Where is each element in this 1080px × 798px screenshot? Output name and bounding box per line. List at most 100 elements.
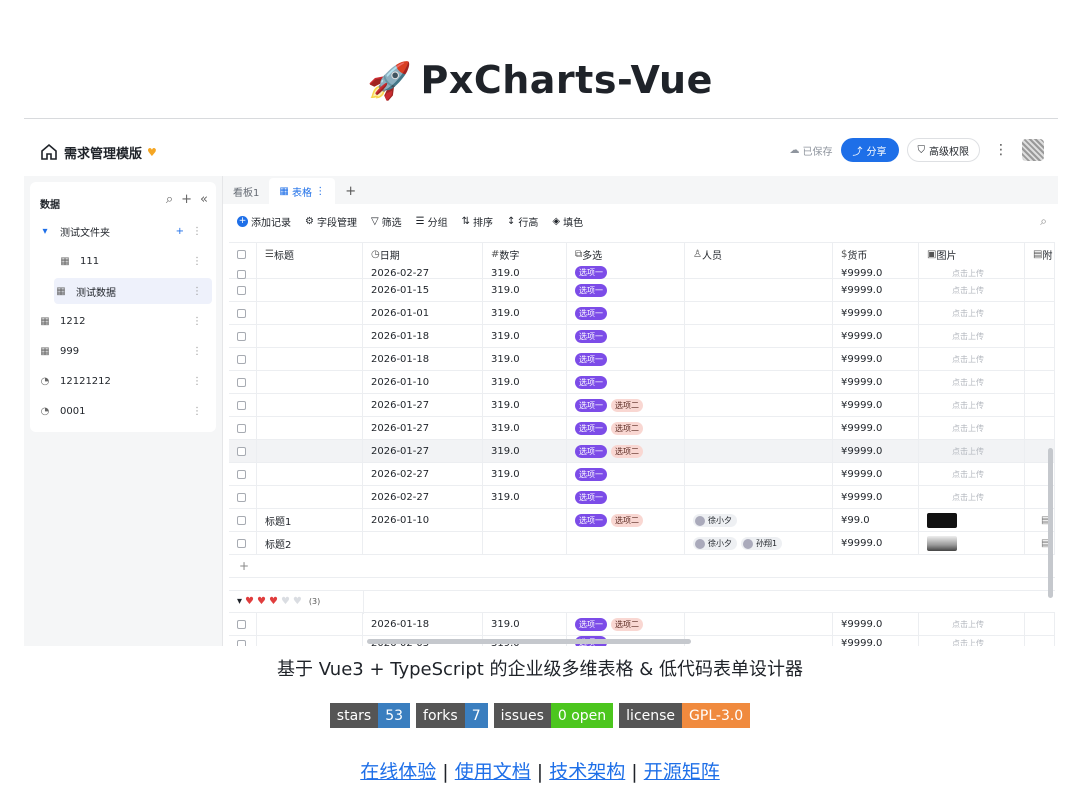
cell-money[interactable]: ¥9999.0 [833, 394, 919, 417]
row-checkbox[interactable] [237, 539, 246, 548]
upload-link[interactable]: 点击上传 [927, 268, 1024, 279]
cell-num[interactable] [483, 509, 567, 532]
cell-person[interactable] [685, 486, 833, 509]
sidebar-item[interactable]: ▦ 999 ⋮ [34, 338, 212, 364]
cell-title[interactable] [257, 371, 363, 394]
cell-money[interactable]: ¥9999.0 [833, 302, 919, 325]
table-row[interactable]: 2026-01-27 319.0 选项一 选项二 ¥9999.0 点击上传 [229, 440, 1055, 463]
horizontal-scrollbar[interactable] [367, 639, 691, 644]
cell-num[interactable]: 319.0 [483, 486, 567, 509]
cell-img[interactable]: 点击上传 [919, 636, 1025, 646]
cell-attach[interactable] [1025, 417, 1055, 440]
cell-title[interactable] [257, 279, 363, 302]
cell-title[interactable] [257, 463, 363, 486]
cell-attach[interactable] [1025, 636, 1055, 646]
cell-date[interactable]: 2026-01-10 [363, 509, 483, 532]
cell-attach[interactable] [1025, 279, 1055, 302]
cell-money[interactable]: ¥9999.0 [833, 463, 919, 486]
cell-multi[interactable]: 选项一 [567, 371, 685, 394]
cell-title[interactable] [257, 325, 363, 348]
cell-img[interactable]: 点击上传 [919, 394, 1025, 417]
permission-button[interactable]: ⛉ 高级权限 [906, 138, 980, 162]
table-row[interactable]: 2026-02-27 319.0 选项一 ¥9999.0 点击上传 [229, 486, 1055, 509]
cell-date[interactable]: 2026-01-27 [363, 394, 483, 417]
cell-date[interactable]: 2026-01-18 [363, 325, 483, 348]
cell-money[interactable]: ¥9999.0 [833, 325, 919, 348]
cell-title[interactable]: 标题1 [257, 509, 363, 532]
cell-person[interactable]: 徐小夕 [685, 509, 833, 532]
search-icon[interactable]: ⌕ [1040, 214, 1047, 229]
cell-img[interactable] [919, 509, 1025, 532]
row-checkbox[interactable] [237, 424, 246, 433]
cell-date[interactable]: 2026-01-27 [363, 417, 483, 440]
cell-person[interactable] [685, 348, 833, 371]
cell-date[interactable]: 2026-01-18 [363, 348, 483, 371]
cell-multi[interactable]: 选项一 [567, 302, 685, 325]
table-row[interactable]: 标题1 2026-01-10 选项一 选项二 徐小夕 ¥99.0 ▤ [229, 509, 1055, 532]
header-cell-num[interactable]: # 数字 [483, 243, 567, 266]
tab-more-icon[interactable]: ⋮ [312, 186, 325, 197]
add-record-button[interactable]: + 添加记录 [237, 214, 291, 229]
cell-money[interactable]: ¥99.0 [833, 509, 919, 532]
upload-link[interactable]: 点击上传 [927, 469, 1024, 480]
cell-title[interactable] [257, 486, 363, 509]
row-checkbox[interactable] [237, 470, 246, 479]
cell-attach[interactable] [1025, 302, 1055, 325]
header-cell-money[interactable]: $ 货币 [833, 243, 919, 266]
cell-img[interactable]: 点击上传 [919, 417, 1025, 440]
cell-attach[interactable] [1025, 394, 1055, 417]
cell-money[interactable]: ¥9999.0 [833, 532, 919, 555]
cell-num[interactable]: 319.0 [483, 613, 567, 636]
cell-attach[interactable] [1025, 266, 1055, 279]
more-icon[interactable]: ⋮ [192, 346, 202, 357]
share-button[interactable]: ⤴ 分享 [840, 138, 899, 162]
add-tab-button[interactable]: + [335, 178, 366, 204]
upload-link[interactable]: 点击上传 [927, 638, 1024, 646]
cell-multi[interactable]: 选项一 选项二 [567, 509, 685, 532]
cell-img[interactable]: 点击上传 [919, 348, 1025, 371]
row-checkbox[interactable] [237, 620, 246, 629]
image-thumbnail[interactable] [927, 536, 957, 551]
cell-num[interactable]: 319.0 [483, 394, 567, 417]
table-row[interactable]: 2026-01-15 319.0 选项一 ¥9999.0 点击上传 [229, 279, 1055, 302]
cell-date[interactable]: 2026-02-27 [363, 486, 483, 509]
cell-multi[interactable] [567, 532, 685, 555]
more-icon[interactable]: ⋮ [192, 406, 202, 417]
sidebar-item[interactable]: ▦ 111 ⋮ [34, 248, 212, 274]
add-icon[interactable]: + [181, 192, 192, 207]
table-row[interactable]: 2026-01-18 319.0 选项一 选项二 ¥9999.0 点击上传 [229, 613, 1055, 636]
badge-stars[interactable]: stars 53 [329, 703, 411, 728]
cell-num[interactable]: 319.0 [483, 348, 567, 371]
cell-person[interactable] [685, 371, 833, 394]
group-button[interactable]: ☰ 分组 [416, 214, 448, 229]
collapse-icon[interactable]: « [200, 192, 208, 207]
link-3[interactable]: 开源矩阵 [644, 761, 720, 783]
header-cell-multi[interactable]: ⧉ 多选 [567, 243, 685, 266]
badge-license[interactable]: license GPL-3.0 [619, 703, 751, 728]
upload-link[interactable]: 点击上传 [927, 619, 1024, 630]
cell-img[interactable]: 点击上传 [919, 371, 1025, 394]
upload-link[interactable]: 点击上传 [927, 377, 1024, 388]
tab-table[interactable]: ▦ 表格 ⋮ [269, 178, 336, 204]
more-icon[interactable]: ⋮ [192, 376, 202, 387]
cell-money[interactable]: ¥9999.0 [833, 348, 919, 371]
search-icon[interactable]: ⌕ [166, 192, 173, 207]
upload-link[interactable]: 点击上传 [927, 400, 1024, 411]
cell-multi[interactable]: 选项一 [567, 266, 685, 279]
cell-num[interactable]: 319.0 [483, 417, 567, 440]
cell-title[interactable] [257, 348, 363, 371]
table-row[interactable]: 2026-02-27 319.0 选项一 ¥9999.0 点击上传 [229, 266, 1055, 279]
cell-date[interactable]: 2026-01-18 [363, 613, 483, 636]
avatar[interactable] [1022, 139, 1044, 161]
cell-money[interactable]: ¥9999.0 [833, 371, 919, 394]
cell-money[interactable]: ¥9999.0 [833, 279, 919, 302]
upload-link[interactable]: 点击上传 [927, 331, 1024, 342]
table-row[interactable]: 2026-01-01 319.0 选项一 ¥9999.0 点击上传 [229, 302, 1055, 325]
header-cell-person[interactable]: ♙ 人员 [685, 243, 833, 266]
sort-button[interactable]: ⇅ 排序 [462, 214, 493, 229]
cell-attach[interactable] [1025, 371, 1055, 394]
cell-date[interactable]: 2026-01-10 [363, 371, 483, 394]
row-checkbox[interactable] [237, 640, 246, 646]
row-checkbox[interactable] [237, 309, 246, 318]
row-checkbox[interactable] [237, 332, 246, 341]
